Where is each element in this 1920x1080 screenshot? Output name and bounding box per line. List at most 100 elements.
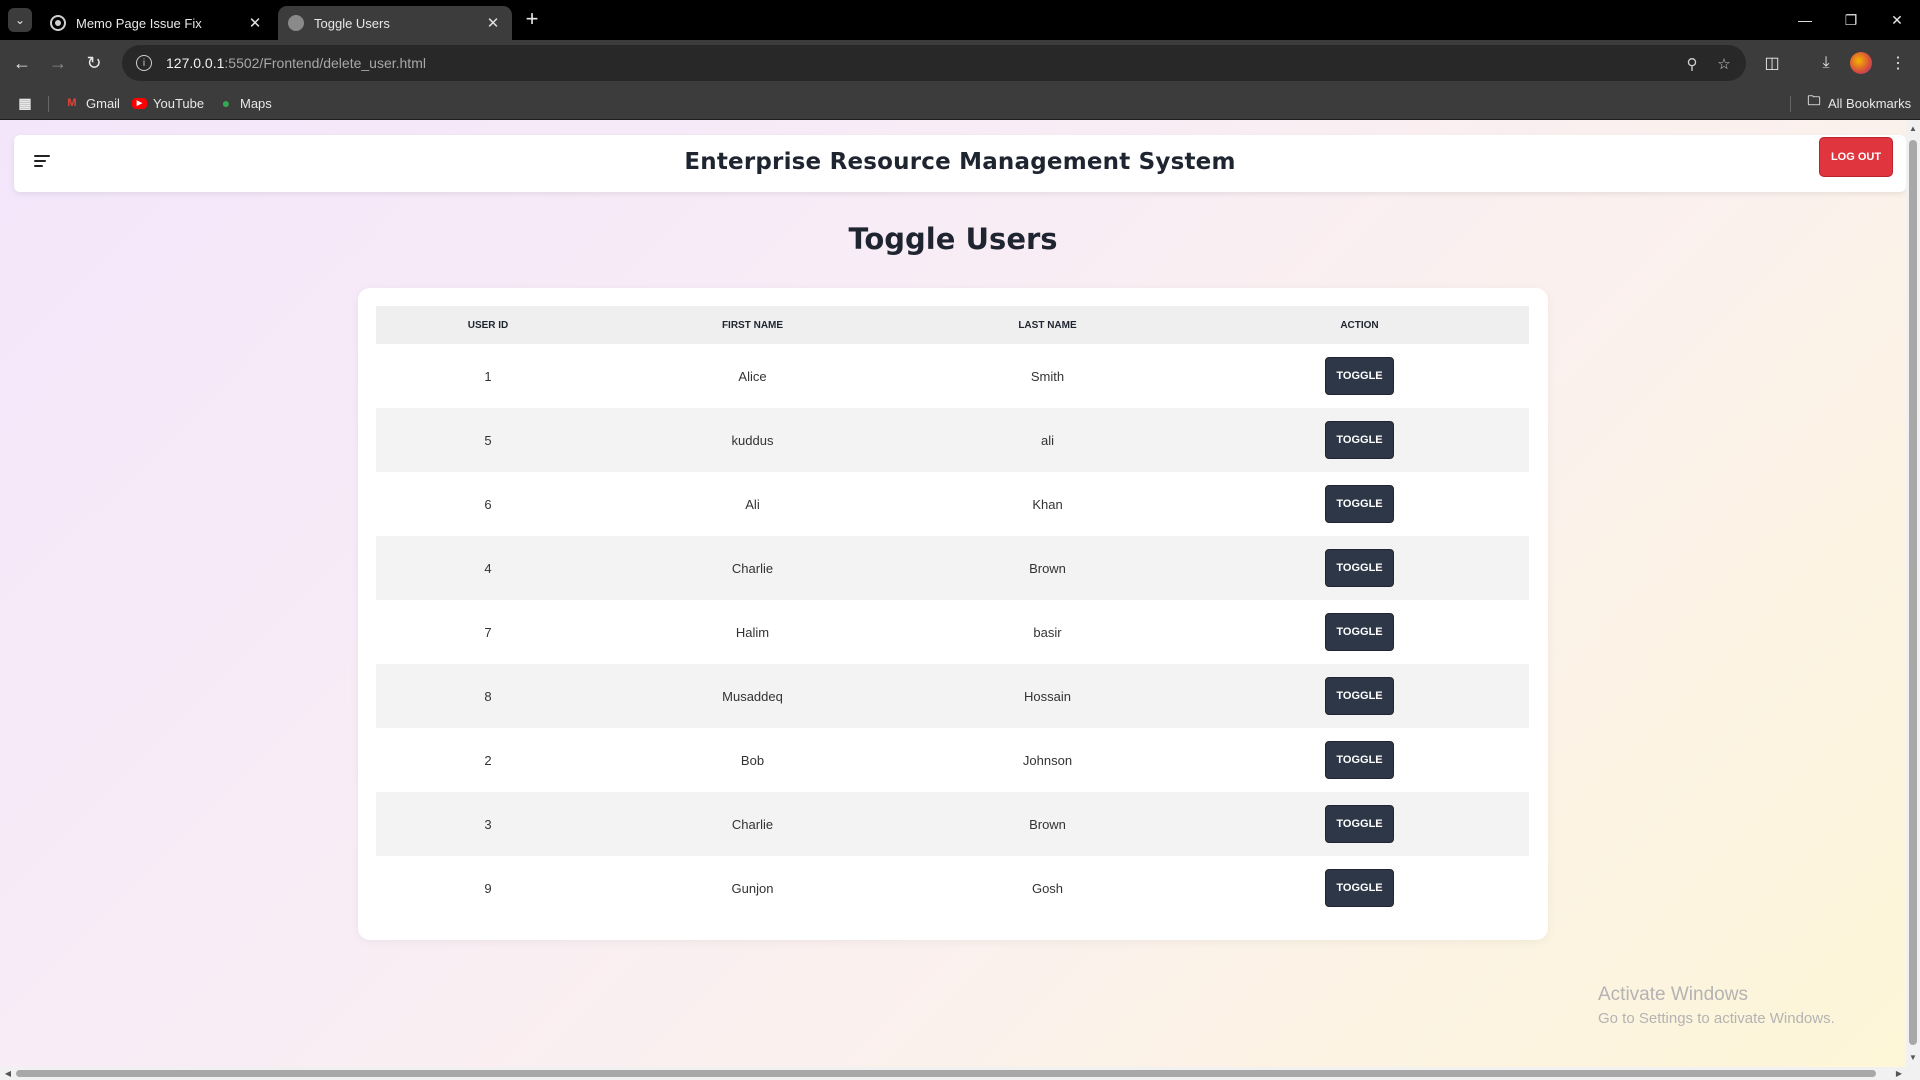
cell-user-id: 3: [376, 792, 600, 856]
vertical-scrollbar[interactable]: ▲ ▼: [1906, 120, 1920, 1067]
toggle-button[interactable]: TOGGLE: [1325, 421, 1394, 459]
restore-icon[interactable]: ❐: [1828, 0, 1874, 40]
cell-last-name: Gosh: [1031, 880, 1064, 896]
tab-globe-icon: [288, 15, 304, 31]
cell-user-id: 6: [484, 496, 492, 512]
back-arrow-icon[interactable]: ←: [8, 49, 36, 77]
cell-first-name: Gunjon: [731, 880, 774, 896]
bookmark-gmail[interactable]: M Gmail: [64, 94, 120, 112]
forward-arrow-icon[interactable]: →: [44, 49, 72, 77]
scroll-up-arrow-icon[interactable]: ▲: [1906, 122, 1920, 136]
download-icon[interactable]: ⤓: [1814, 51, 1838, 75]
address-bar[interactable]: i 127.0.0.1 :5502/Frontend/delete_user.h…: [122, 45, 1746, 81]
cell-last-name: ali: [905, 408, 1190, 472]
table-row: 9 Gunjon Gosh TOGGLE: [376, 856, 1529, 920]
new-tab-plus-icon[interactable]: +: [520, 8, 544, 32]
cell-first-name: Ali: [745, 496, 760, 512]
gmail-icon: M: [67, 97, 77, 109]
column-header-action: ACTION: [1190, 306, 1529, 344]
cell-user-id: 8: [376, 664, 600, 728]
page-viewport: Enterprise Resource Management System LO…: [0, 120, 1920, 1080]
toggle-button[interactable]: TOGGLE: [1325, 805, 1394, 843]
cell-last-name: Johnson: [1022, 752, 1073, 768]
table-row: 3 Charlie Brown TOGGLE: [376, 792, 1529, 856]
toggle-button[interactable]: TOGGLE: [1325, 677, 1394, 715]
cell-action: TOGGLE: [1190, 600, 1529, 664]
cell-first-name: Halim: [735, 624, 770, 640]
cell-user-id: 7: [484, 624, 492, 640]
bookmark-divider: [1790, 96, 1791, 112]
column-header-user-id: USER ID: [376, 306, 600, 344]
bookmark-youtube[interactable]: ▶ YouTube: [132, 94, 204, 112]
cell-action: TOGGLE: [1190, 344, 1529, 408]
folder-icon: 🗀: [1807, 93, 1821, 108]
cell-action: TOGGLE: [1190, 408, 1529, 472]
profile-avatar[interactable]: [1850, 52, 1872, 74]
cell-first-name: Alice: [738, 368, 767, 384]
cell-action: TOGGLE: [1190, 728, 1529, 792]
scroll-left-arrow-icon[interactable]: ◀: [1, 1067, 15, 1080]
tab-close-icon[interactable]: ✕: [484, 14, 502, 32]
bookmark-star-icon[interactable]: ☆: [1714, 54, 1734, 74]
more-menu-icon[interactable]: ⋮: [1886, 51, 1910, 75]
bookmark-divider: [48, 96, 49, 112]
vertical-scroll-thumb[interactable]: [1909, 140, 1917, 1045]
cell-user-id: 4: [376, 536, 600, 600]
tab-title: Memo Page Issue Fix: [76, 15, 202, 31]
url-path: :5502/Frontend/delete_user.html: [224, 55, 426, 71]
table-row: 6 Ali Khan TOGGLE: [376, 472, 1529, 536]
users-table: USER ID FIRST NAME LAST NAME ACTION 1 Al…: [376, 306, 1529, 920]
tab-search-chevron-icon[interactable]: ⌄: [8, 8, 32, 32]
extensions-puzzle-icon[interactable]: ◫: [1760, 51, 1784, 75]
scroll-right-arrow-icon[interactable]: ▶: [1892, 1067, 1906, 1080]
cell-action: TOGGLE: [1190, 856, 1529, 920]
app-title: Enterprise Resource Management System: [684, 149, 1236, 175]
cell-first-name: Charlie: [600, 536, 905, 600]
cell-first-name: Charlie: [600, 792, 905, 856]
cell-user-id: 1: [484, 368, 492, 384]
cell-user-id: 2: [484, 752, 492, 768]
cell-last-name: Khan: [1032, 496, 1063, 512]
tab-favicon-icon: [50, 15, 66, 31]
cell-last-name: Smith: [1030, 368, 1065, 384]
users-table-card: USER ID FIRST NAME LAST NAME ACTION 1 Al…: [358, 288, 1548, 940]
toggle-button[interactable]: TOGGLE: [1325, 741, 1394, 779]
zoom-magnifier-icon[interactable]: ⚲: [1682, 54, 1702, 74]
cell-user-id: 5: [376, 408, 600, 472]
tab-close-icon[interactable]: ✕: [246, 14, 264, 32]
scroll-down-arrow-icon[interactable]: ▼: [1906, 1051, 1920, 1065]
horizontal-scroll-thumb[interactable]: [16, 1070, 1876, 1077]
toggle-button[interactable]: TOGGLE: [1325, 869, 1394, 907]
apps-grid-icon[interactable]: ▦: [17, 94, 39, 112]
tab-toggle-users[interactable]: Toggle Users ✕: [278, 6, 512, 40]
bookmarks-bar: ▦ M Gmail ▶ YouTube ● Maps 🗀 All Bookmar…: [0, 86, 1920, 120]
site-info-icon[interactable]: i: [136, 55, 152, 71]
cell-first-name: kuddus: [600, 408, 905, 472]
cell-first-name: Bob: [740, 752, 765, 768]
bookmark-label: YouTube: [153, 95, 205, 111]
table-row: 4 Charlie Brown TOGGLE: [376, 536, 1529, 600]
youtube-icon: ▶: [132, 97, 147, 109]
watermark-title: Activate Windows: [1598, 984, 1748, 1005]
all-bookmarks[interactable]: 🗀 All Bookmarks: [1806, 93, 1912, 112]
browser-tab-bar: ⌄ Memo Page Issue Fix ✕ Toggle Users ✕ +…: [0, 0, 1920, 40]
toggle-button[interactable]: TOGGLE: [1325, 357, 1394, 395]
column-header-last-name: LAST NAME: [905, 306, 1190, 344]
all-bookmarks-label: All Bookmarks: [1828, 95, 1912, 111]
window-close-icon[interactable]: ✕: [1874, 0, 1920, 40]
tab-memo-page[interactable]: Memo Page Issue Fix ✕: [40, 6, 274, 40]
cell-action: TOGGLE: [1190, 472, 1529, 536]
app-header: Enterprise Resource Management System LO…: [14, 135, 1906, 192]
toggle-button[interactable]: TOGGLE: [1325, 485, 1394, 523]
activate-windows-watermark: Activate Windows Go to Settings to activ…: [1598, 984, 1835, 1027]
tab-title: Toggle Users: [314, 15, 390, 31]
bookmark-maps[interactable]: ● Maps: [218, 94, 272, 112]
reload-icon[interactable]: ↻: [80, 49, 108, 77]
toggle-button[interactable]: TOGGLE: [1325, 613, 1394, 651]
horizontal-scrollbar[interactable]: ◀ ▶: [0, 1067, 1920, 1080]
toggle-button[interactable]: TOGGLE: [1325, 549, 1394, 587]
logout-button[interactable]: LOG OUT: [1819, 137, 1893, 177]
cell-action: TOGGLE: [1190, 792, 1529, 856]
minimize-icon[interactable]: —: [1782, 0, 1828, 40]
cell-last-name: Hossain: [905, 664, 1190, 728]
